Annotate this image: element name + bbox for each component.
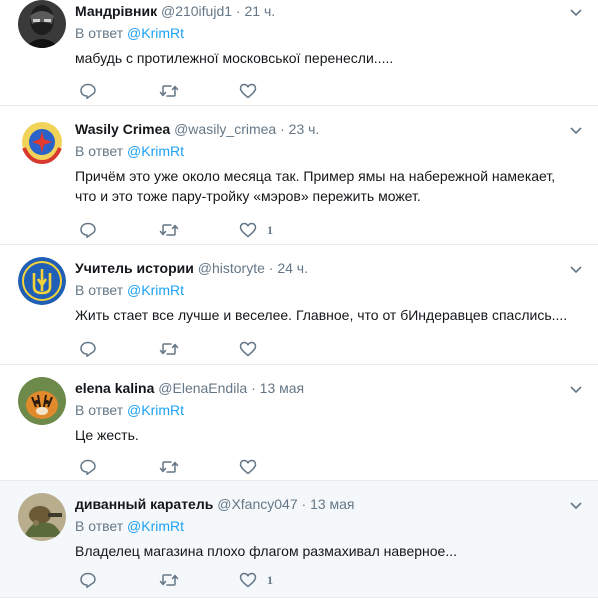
separator-dot: · [235, 3, 241, 19]
avatar[interactable] [18, 493, 66, 541]
like-button[interactable] [239, 81, 267, 101]
tweet-text: Владелец магазина плохо флагом размахива… [75, 543, 457, 559]
tweet[interactable]: Учитель истории @historyte · 24 ч. В отв… [0, 245, 598, 365]
tweet[interactable]: Мандрівник @210ifujd1 · 21 ч. В ответ @K… [0, 0, 598, 106]
tweet[interactable]: Wasily Crimea @wasily_crimea · 23 ч. В о… [0, 106, 598, 245]
reply-button[interactable] [79, 339, 107, 359]
timestamp[interactable]: 23 ч. [289, 121, 320, 137]
tweet-header: elena kalina @ElenaEndila · 13 мая [75, 379, 564, 397]
reply-icon [80, 341, 96, 358]
reply-icon [80, 83, 96, 100]
retweet-button[interactable] [159, 570, 189, 590]
display-name[interactable]: диванный каратель [75, 496, 213, 512]
heart-icon [239, 222, 257, 238]
retweet-icon [159, 85, 179, 97]
reply-prefix: В ответ [75, 402, 124, 418]
tweet[interactable]: диванный каратель @Xfancy047 · 13 мая В … [0, 481, 598, 598]
retweet-button[interactable] [159, 220, 189, 240]
reply-prefix: В ответ [75, 143, 124, 159]
reply-prefix: В ответ [75, 25, 124, 41]
tweet-text: Жить стает все лучше и веселее. Главное,… [75, 307, 568, 323]
like-count: 1 [267, 572, 273, 587]
tweet-text: Причём это уже около месяца так. Пример … [75, 168, 556, 204]
chevron-down-icon[interactable] [568, 261, 584, 277]
display-name[interactable]: Учитель истории [75, 260, 194, 276]
tweet-text: мабудь с протилежної московської перенес… [75, 50, 394, 66]
reply-button[interactable] [79, 81, 107, 101]
reply-to-link[interactable]: @KrimRt [127, 402, 184, 418]
chevron-down-icon[interactable] [568, 381, 584, 397]
reply-icon [80, 222, 96, 239]
reply-to-link[interactable]: @KrimRt [127, 25, 184, 41]
reply-prefix: В ответ [75, 282, 124, 298]
chevron-down-icon[interactable] [568, 122, 584, 138]
reply-context: В ответ @KrimRt [75, 281, 184, 299]
retweet-icon [159, 343, 179, 355]
reply-context: В ответ @KrimRt [75, 142, 184, 160]
display-name[interactable]: Мандрівник [75, 3, 157, 19]
timestamp[interactable]: 24 ч. [277, 260, 308, 276]
tweet-header: Wasily Crimea @wasily_crimea · 23 ч. [75, 120, 564, 138]
reply-icon [80, 572, 96, 589]
retweet-icon [159, 224, 179, 236]
retweet-icon [159, 461, 179, 473]
display-name[interactable]: elena kalina [75, 380, 154, 396]
user-handle[interactable]: @Xfancy047 [217, 496, 297, 512]
timestamp[interactable]: 13 мая [310, 496, 354, 512]
display-name[interactable]: Wasily Crimea [75, 121, 170, 137]
reply-to-link[interactable]: @KrimRt [127, 518, 184, 534]
reply-button[interactable] [79, 457, 107, 477]
tweet-text: Це жесть. [75, 427, 139, 443]
user-handle[interactable]: @historyte [198, 260, 265, 276]
like-button[interactable]: 1 [239, 220, 273, 240]
like-button[interactable] [239, 339, 267, 359]
avatar[interactable] [18, 0, 66, 48]
reply-prefix: В ответ [75, 518, 124, 534]
heart-icon [239, 341, 257, 357]
user-handle[interactable]: @wasily_crimea [174, 121, 276, 137]
reply-context: В ответ @KrimRt [75, 401, 184, 419]
like-button[interactable]: 1 [239, 570, 273, 590]
reply-context: В ответ @KrimRt [75, 517, 184, 535]
reply-icon [80, 459, 96, 476]
avatar[interactable] [18, 257, 66, 305]
separator-dot: · [280, 121, 285, 137]
like-count: 1 [267, 222, 273, 237]
retweet-button[interactable] [159, 339, 189, 359]
heart-icon [239, 459, 257, 475]
separator-dot: · [268, 260, 274, 276]
tweet-feed: Мандрівник @210ifujd1 · 21 ч. В ответ @K… [0, 0, 598, 598]
retweet-button[interactable] [159, 457, 189, 477]
chevron-down-icon[interactable] [568, 4, 584, 20]
heart-icon [239, 83, 257, 99]
reply-to-link[interactable]: @KrimRt [127, 143, 184, 159]
heart-icon [239, 572, 257, 588]
reply-button[interactable] [79, 570, 107, 590]
separator-dot: · [301, 496, 307, 512]
user-handle[interactable]: @210ifujd1 [161, 3, 232, 19]
retweet-icon [159, 574, 179, 586]
avatar[interactable] [18, 118, 66, 166]
tweet-header: диванный каратель @Xfancy047 · 13 мая [75, 495, 564, 513]
like-button[interactable] [239, 457, 267, 477]
retweet-button[interactable] [159, 81, 189, 101]
chevron-down-icon[interactable] [568, 497, 584, 513]
reply-context: В ответ @KrimRt [75, 24, 184, 42]
timestamp[interactable]: 13 мая [260, 380, 304, 396]
tweet-header: Учитель истории @historyte · 24 ч. [75, 259, 564, 277]
timestamp[interactable]: 21 ч. [244, 3, 275, 19]
tweet-header: Мандрівник @210ifujd1 · 21 ч. [75, 2, 564, 20]
avatar[interactable] [18, 377, 66, 425]
separator-dot: · [251, 380, 256, 396]
reply-to-link[interactable]: @KrimRt [127, 282, 184, 298]
user-handle[interactable]: @ElenaEndila [158, 380, 247, 396]
tweet[interactable]: elena kalina @ElenaEndila · 13 мая В отв… [0, 365, 598, 481]
reply-button[interactable] [79, 220, 107, 240]
